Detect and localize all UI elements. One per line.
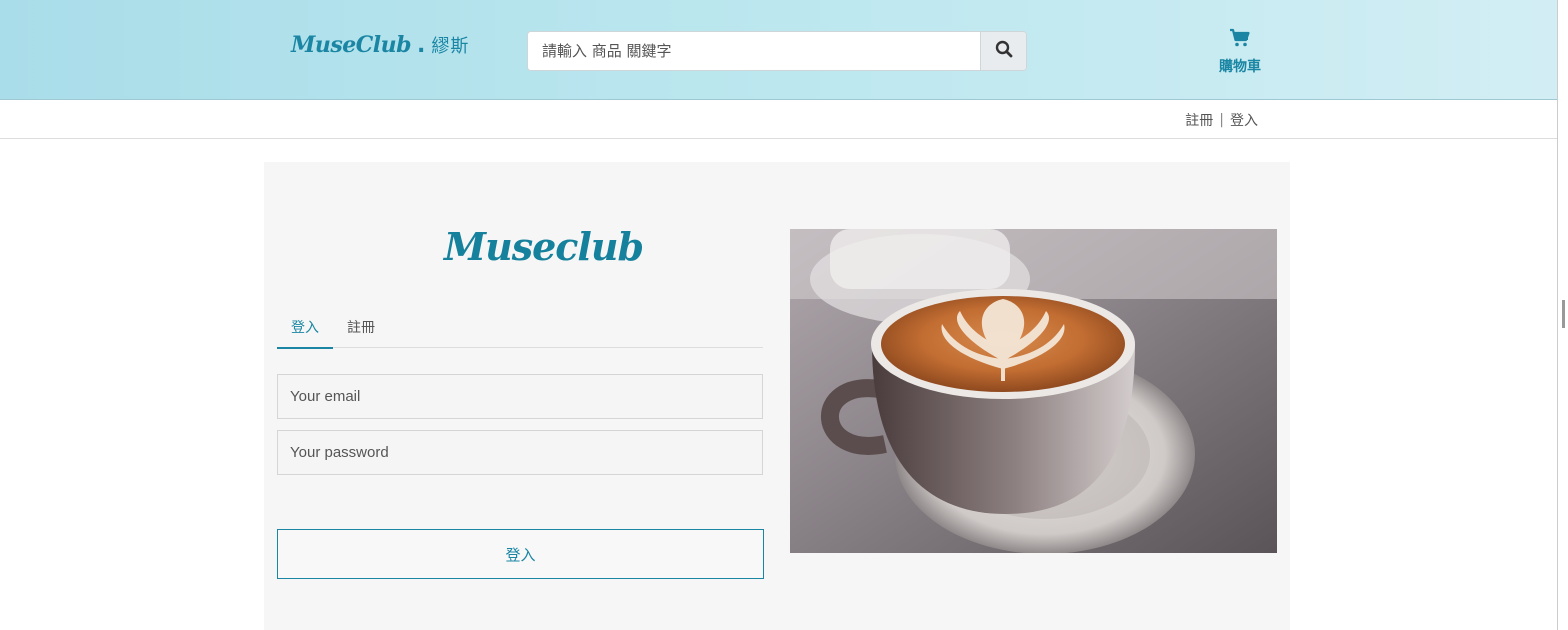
scrollbar-track[interactable] — [1557, 0, 1558, 630]
login-card: Museclub 登入 註冊 登入 — [264, 162, 1290, 630]
site-header: MuseClub . 繆斯 購物車 — [0, 0, 1557, 100]
password-field[interactable] — [277, 430, 763, 475]
cart-label: 購物車 — [1219, 59, 1261, 75]
logo-script-text: MuseClub — [291, 32, 411, 58]
search-bar — [527, 31, 1027, 71]
cart-link[interactable]: 購物車 — [1210, 28, 1270, 76]
link-separator: | — [1219, 112, 1224, 128]
search-button[interactable] — [980, 32, 1026, 70]
search-input[interactable] — [528, 32, 980, 70]
logo-dot: . — [416, 33, 426, 58]
tab-register[interactable]: 註冊 — [333, 310, 389, 347]
brand-logo: Museclub — [444, 224, 644, 269]
scrollbar-thumb[interactable] — [1562, 300, 1565, 328]
search-icon — [995, 40, 1013, 62]
coffee-image — [790, 229, 1277, 553]
site-logo[interactable]: MuseClub . 繆斯 — [291, 32, 469, 68]
tab-login[interactable]: 登入 — [277, 310, 333, 349]
email-field[interactable] — [277, 374, 763, 419]
register-link[interactable]: 註冊 — [1185, 110, 1213, 130]
auth-tabs: 登入 註冊 — [277, 310, 763, 349]
login-submit-button[interactable]: 登入 — [277, 529, 764, 579]
account-links: 註冊 | 登入 — [1185, 110, 1258, 130]
account-nav: 註冊 | 登入 — [0, 100, 1557, 139]
shopping-cart-icon — [1229, 28, 1251, 52]
login-link[interactable]: 登入 — [1230, 110, 1258, 130]
logo-chinese-text: 繆斯 — [431, 36, 470, 57]
